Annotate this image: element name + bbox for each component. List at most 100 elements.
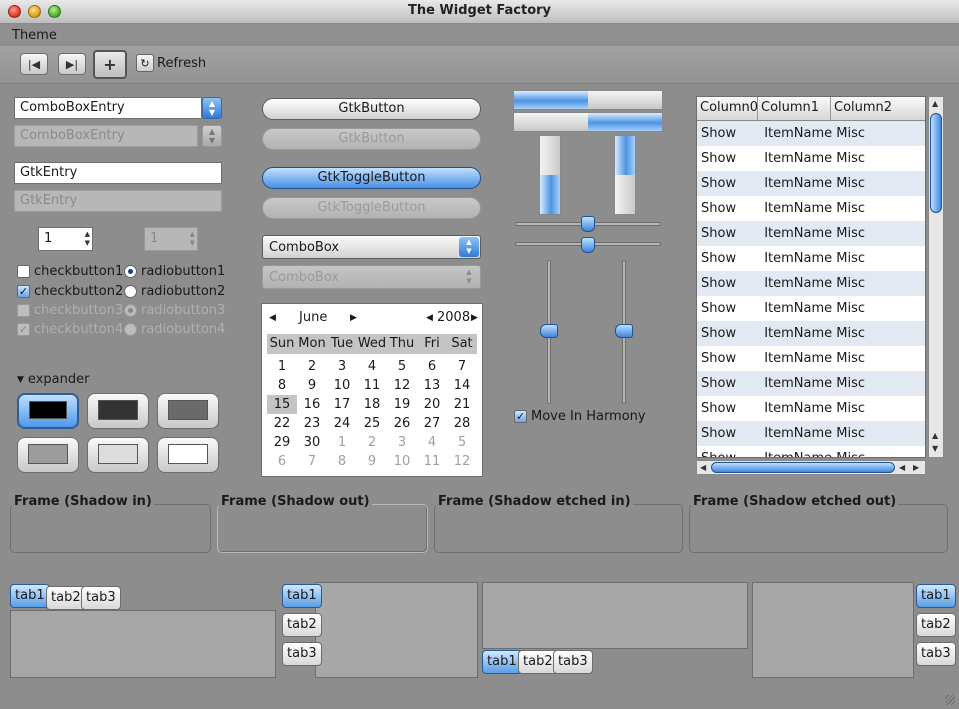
color-button-lightgray[interactable]	[87, 437, 149, 473]
calendar-day[interactable]: 12	[387, 376, 417, 395]
calendar-day[interactable]: 10	[327, 376, 357, 395]
color-button-gray[interactable]	[157, 393, 219, 429]
scroll-down-icon[interactable]: ▼	[932, 444, 938, 453]
calendar-day[interactable]: 7	[297, 452, 327, 471]
horizontal-scale-2-thumb[interactable]	[581, 237, 595, 253]
color-button-black[interactable]	[17, 393, 79, 429]
calendar-day[interactable]: 3	[387, 433, 417, 452]
notebook-right-tab2[interactable]: tab2	[916, 613, 956, 637]
calendar-day[interactable]: 8	[267, 376, 297, 395]
calendar-day[interactable]: 5	[447, 433, 477, 452]
notebook-top-tab3[interactable]: tab3	[81, 586, 121, 610]
table-row[interactable]: ShowItemNameMisc	[697, 221, 925, 246]
table-row[interactable]: ShowItemNameMisc	[697, 446, 925, 457]
notebook-top-tab1[interactable]: tab1	[10, 584, 50, 608]
scroll-up-icon[interactable]: ▲	[932, 99, 938, 108]
previous-button[interactable]: |◀	[20, 53, 48, 75]
calendar-day[interactable]: 16	[297, 395, 327, 414]
calendar-day[interactable]: 12	[447, 452, 477, 471]
scroll-left-icon[interactable]: ◀	[899, 463, 905, 472]
color-button-midgray[interactable]	[17, 437, 79, 473]
vertical-scale-1-thumb[interactable]	[540, 324, 558, 338]
next-year-icon[interactable]: ▶	[471, 313, 478, 323]
calendar-day[interactable]: 5	[387, 357, 417, 376]
move-in-harmony-check[interactable]: ✓ Move In Harmony	[514, 409, 646, 424]
scroll-up-icon[interactable]: ▲	[932, 431, 938, 440]
gtk-entry[interactable]: GtkEntry	[14, 162, 222, 184]
checkbutton1[interactable]: checkbutton1	[17, 264, 123, 279]
calendar-day[interactable]: 9	[297, 376, 327, 395]
tree-horizontal-scrollbar[interactable]: ◀ ◀ ▶	[696, 460, 926, 475]
notebook-left-tab1[interactable]: tab1	[282, 584, 322, 608]
calendar-day[interactable]: 4	[417, 433, 447, 452]
calendar-day[interactable]: 20	[417, 395, 447, 414]
expander[interactable]: ▼ expander	[17, 372, 89, 387]
calendar-day[interactable]: 6	[417, 357, 447, 376]
tree-vertical-scrollbar[interactable]: ▲ ▲ ▼	[928, 96, 944, 458]
calendar-day[interactable]: 14	[447, 376, 477, 395]
calendar-day[interactable]: 2	[297, 357, 327, 376]
calendar-day[interactable]: 3	[327, 357, 357, 376]
table-row[interactable]: ShowItemNameMisc	[697, 321, 925, 346]
table-row[interactable]: ShowItemNameMisc	[697, 271, 925, 296]
combo-box-entry[interactable]: ComboBoxEntry	[14, 97, 202, 119]
next-button[interactable]: ▶|	[58, 53, 86, 75]
menu-theme[interactable]: Theme	[12, 28, 57, 43]
table-row[interactable]: ShowItemNameMisc	[697, 396, 925, 421]
table-row[interactable]: ShowItemNameMisc	[697, 421, 925, 446]
calendar-day[interactable]: 30	[297, 433, 327, 452]
calendar-day[interactable]: 10	[387, 452, 417, 471]
notebook-right-tab3[interactable]: tab3	[916, 642, 956, 666]
horizontal-scroll-thumb[interactable]	[711, 462, 895, 473]
checkbox-checked-box[interactable]: ✓	[17, 285, 30, 298]
next-month-icon[interactable]: ▶	[350, 313, 357, 323]
vertical-scroll-thumb[interactable]	[930, 113, 942, 213]
table-row[interactable]: ShowItemNameMisc	[697, 296, 925, 321]
checkbutton2[interactable]: ✓ checkbutton2	[17, 284, 123, 299]
checkbox-box[interactable]	[17, 265, 30, 278]
spin-arrows[interactable]: ▲ ▼	[85, 230, 90, 248]
notebook-bottom-tab3[interactable]: tab3	[553, 650, 593, 674]
calendar-day[interactable]: 13	[417, 376, 447, 395]
notebook-left-tab3[interactable]: tab3	[282, 642, 322, 666]
notebook-top-tab2[interactable]: tab2	[46, 586, 86, 610]
calendar-day[interactable]: 28	[447, 414, 477, 433]
calendar-day[interactable]: 6	[267, 452, 297, 471]
calendar-day[interactable]: 18	[357, 395, 387, 414]
gtk-button[interactable]: GtkButton	[262, 98, 481, 120]
calendar-day[interactable]: 2	[357, 433, 387, 452]
notebook-bottom-tab2[interactable]: tab2	[518, 650, 558, 674]
gtk-toggle-button[interactable]: GtkToggleButton	[262, 167, 481, 189]
prev-year-icon[interactable]: ◀	[426, 313, 433, 323]
radiobutton2[interactable]: radiobutton2	[124, 284, 225, 299]
calendar-day[interactable]: 1	[267, 357, 297, 376]
calendar-day[interactable]: 22	[267, 414, 297, 433]
notebook-bottom-tab1[interactable]: tab1	[482, 650, 522, 674]
notebook-left-tab2[interactable]: tab2	[282, 613, 322, 637]
column-header[interactable]: Column0	[697, 97, 758, 120]
calendar-day[interactable]: 4	[357, 357, 387, 376]
column-header[interactable]: Column1	[758, 97, 831, 120]
color-button-white[interactable]	[157, 437, 219, 473]
calendar-day[interactable]: 29	[267, 433, 297, 452]
calendar-day[interactable]: 26	[387, 414, 417, 433]
calendar-day[interactable]: 11	[357, 376, 387, 395]
resize-grip-icon[interactable]	[945, 695, 955, 705]
notebook-right-tab1[interactable]: tab1	[916, 584, 956, 608]
table-row[interactable]: ShowItemNameMisc	[697, 146, 925, 171]
move-in-harmony-box[interactable]: ✓	[514, 410, 527, 423]
color-button-darkgray[interactable]	[87, 393, 149, 429]
calendar-day[interactable]: 24	[327, 414, 357, 433]
calendar-day[interactable]: 8	[327, 452, 357, 471]
calendar-day[interactable]: 23	[297, 414, 327, 433]
radiobutton1[interactable]: radiobutton1	[124, 264, 225, 279]
combo-box-entry-arrow[interactable]: ▲ ▼	[202, 97, 222, 119]
calendar-day[interactable]: 1	[327, 433, 357, 452]
spin-button[interactable]: 1 ▲ ▼	[38, 227, 93, 251]
calendar-day[interactable]: 21	[447, 395, 477, 414]
vertical-scale-2-thumb[interactable]	[615, 324, 633, 338]
scroll-left-icon[interactable]: ◀	[700, 463, 706, 472]
radio-selected[interactable]	[124, 265, 137, 278]
table-row[interactable]: ShowItemNameMisc	[697, 246, 925, 271]
table-row[interactable]: ShowItemNameMisc	[697, 171, 925, 196]
